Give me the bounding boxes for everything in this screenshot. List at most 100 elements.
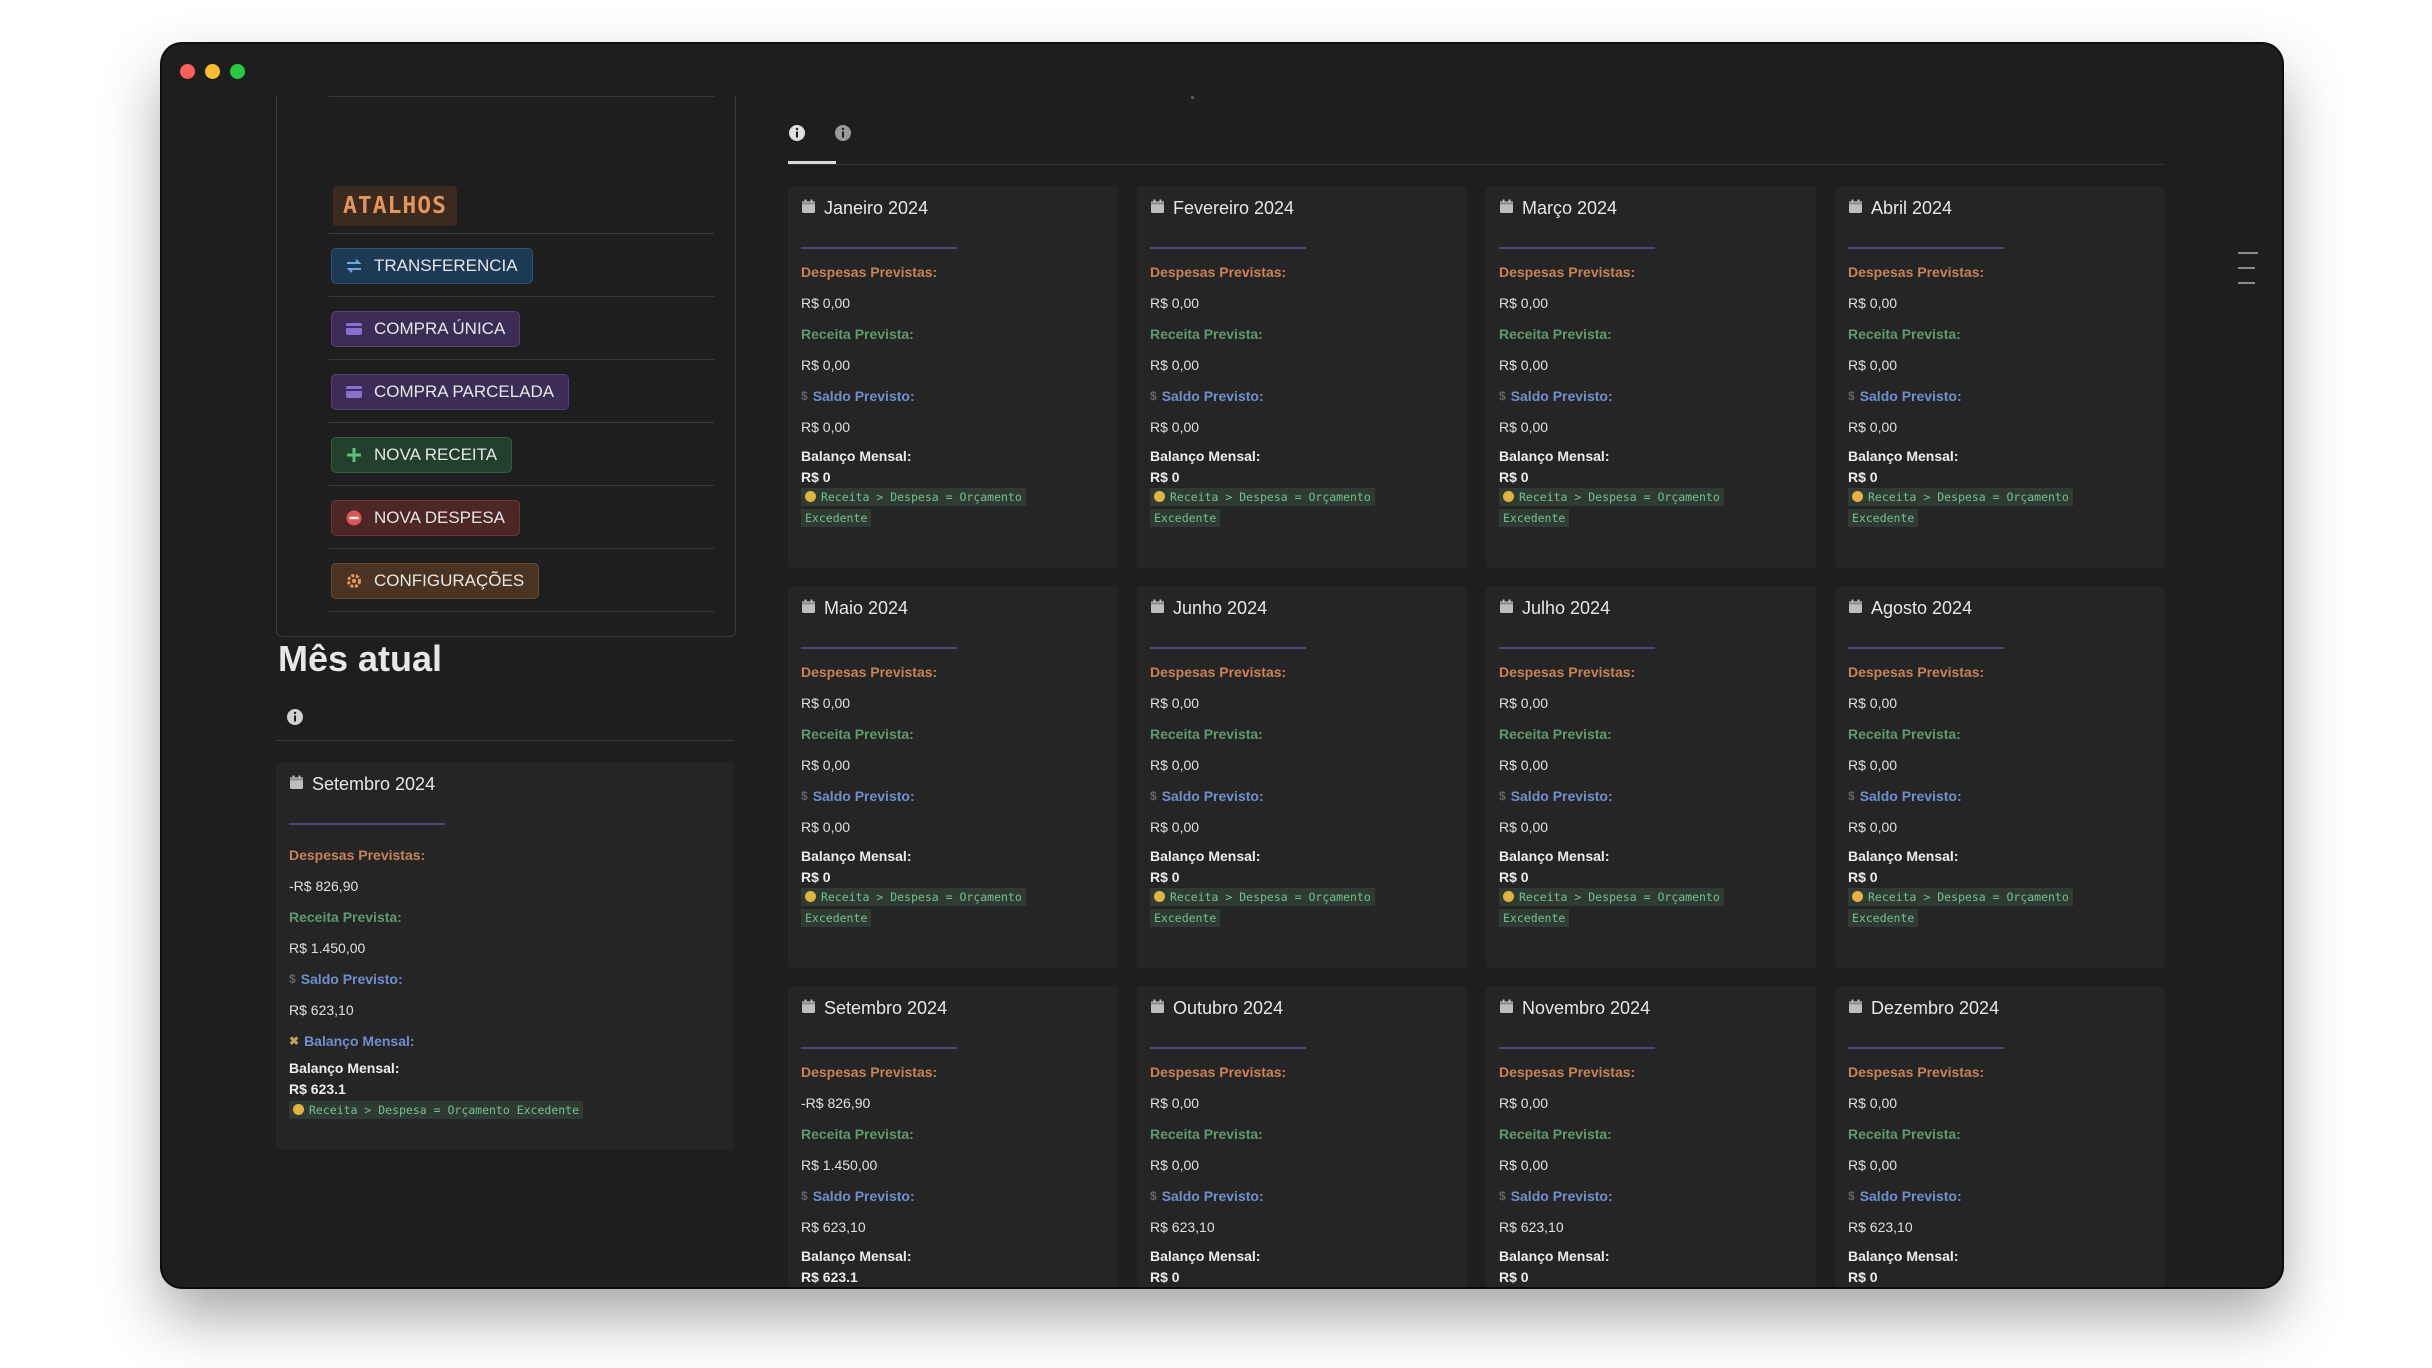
status-tag: Receita > Despesa = Orçamento Excedente (801, 887, 1101, 929)
card-title-text: Outubro 2024 (1173, 998, 1284, 1018)
status-text-continued: Excedente (1848, 509, 1919, 527)
monthly-balance-label: Balanço Mensal: (1848, 1248, 1959, 1264)
income-label: Receita Prevista: (1499, 726, 1612, 742)
balance-forecast-label: Saldo Previsto: (300, 971, 403, 987)
balance-forecast-value: R$ 0,00 (1150, 819, 1200, 835)
status-text: Receita > Despesa = Orçamento (1868, 490, 2069, 504)
card-title-text: Maio 2024 (824, 598, 909, 618)
balance-forecast-label-row: $ Saldo Previsto: (1499, 388, 1613, 404)
monthly-balance-label: Balanço Mensal: (1848, 448, 1959, 464)
income-label: Receita Prevista: (801, 326, 914, 342)
outline-icon[interactable] (2238, 252, 2258, 297)
status-text: Receita > Despesa = Orçamento (1519, 890, 1720, 904)
calendar-icon (1848, 998, 1863, 1019)
tab-info-1[interactable] (788, 124, 808, 144)
month-card[interactable]: Fevereiro 2024 Despesas Previstas: R$ 0,… (1137, 186, 1467, 568)
balance-forecast-label-row: $ Saldo Previsto: (289, 971, 403, 987)
card-divider (1848, 247, 2004, 249)
card-title-text: Janeiro 2024 (824, 198, 929, 218)
income-label: Receita Prevista: (1150, 326, 1263, 342)
minimize-window-button[interactable] (205, 64, 220, 79)
month-card[interactable]: Janeiro 2024 Despesas Previstas: R$ 0,00… (788, 186, 1118, 568)
card-title-text: Abril 2024 (1871, 198, 1953, 218)
expenses-value: -R$ 826,90 (289, 878, 359, 894)
close-window-button[interactable] (180, 64, 195, 79)
balance-forecast-value: R$ 623,10 (801, 1219, 866, 1235)
dollar-icon: $ (1848, 389, 1855, 403)
month-card[interactable]: Outubro 2024 Despesas Previstas: R$ 0,00… (1137, 986, 1467, 1287)
coin-icon (805, 491, 816, 502)
month-card[interactable]: Novembro 2024 Despesas Previstas: R$ 0,0… (1486, 986, 1816, 1287)
calendar-icon (1499, 198, 1514, 219)
income-value: R$ 0,00 (1150, 757, 1200, 773)
expenses-label: Despesas Previstas: (1499, 264, 1636, 280)
status-text: Receita > Despesa = Orçamento (1170, 890, 1371, 904)
expenses-value: R$ 0,00 (1150, 295, 1200, 311)
info-icon[interactable] (286, 708, 304, 731)
status-text-continued: Excedente (1499, 509, 1570, 527)
balance-forecast-label-row: $ Saldo Previsto: (801, 388, 915, 404)
expenses-label: Despesas Previstas: (1150, 1064, 1287, 1080)
month-card[interactable]: Abril 2024 Despesas Previstas: R$ 0,00 R… (1835, 186, 2165, 568)
monthly-balance-label: Balanço Mensal: (801, 1248, 912, 1264)
month-card[interactable]: Setembro 2024 Despesas Previstas: -R$ 82… (788, 986, 1118, 1287)
tab-info-2[interactable] (834, 124, 854, 144)
balance-forecast-label: Saldo Previsto: (812, 788, 915, 804)
outline-line (2238, 252, 2258, 254)
current-month-card[interactable]: Setembro 2024 Despesas Previstas: -R$ 82… (276, 762, 734, 1150)
settings-button-label: CONFIGURAÇÕES (374, 571, 525, 590)
single-purchase-button[interactable]: COMPRA ÚNICA (331, 311, 521, 347)
status-text: Receita > Despesa = Orçamento (821, 890, 1022, 904)
monthly-balance-value: R$ 0 (1150, 1269, 1180, 1285)
transfer-button[interactable]: TRANSFERENCIA (331, 248, 533, 284)
status-tag: Receita > Despesa = Orçamento Excedente (1499, 887, 1799, 929)
balance-forecast-value: R$ 623,10 (1848, 1219, 1913, 1235)
balance-forecast-value: R$ 623,10 (289, 1002, 354, 1018)
new-expense-button[interactable]: NOVA DESPESA (331, 500, 521, 536)
card-divider (1499, 1047, 1655, 1049)
balance-forecast-value: R$ 0,00 (801, 419, 851, 435)
monthly-balance-link-row[interactable]: ✖ Balanço Mensal: (289, 1033, 415, 1049)
month-card[interactable]: Maio 2024 Despesas Previstas: R$ 0,00 Re… (788, 586, 1118, 968)
month-card[interactable]: Março 2024 Despesas Previstas: R$ 0,00 R… (1486, 186, 1816, 568)
card-title: Abril 2024 (1848, 198, 1952, 219)
month-card[interactable]: Dezembro 2024 Despesas Previstas: R$ 0,0… (1835, 986, 2165, 1287)
monthly-balance-value: R$ 623.1 (801, 1269, 858, 1285)
income-value: R$ 0,00 (1150, 357, 1200, 373)
coin-icon (1852, 891, 1863, 902)
balance-forecast-label: Saldo Previsto: (1859, 388, 1962, 404)
status-text-continued: Excedente (1150, 509, 1221, 527)
dollar-icon: $ (289, 972, 296, 986)
maximize-window-button[interactable] (230, 64, 245, 79)
shortcuts-heading: ATALHOS (333, 186, 457, 226)
income-label: Receita Prevista: (1150, 1126, 1263, 1142)
income-value: R$ 0,00 (1499, 1157, 1549, 1173)
dollar-icon: $ (1150, 789, 1157, 803)
new-income-button[interactable]: NOVA RECEITA (331, 437, 513, 473)
monthly-balance-value: R$ 0 (1499, 1269, 1529, 1285)
card-icon (344, 382, 364, 402)
income-value: R$ 0,00 (801, 357, 851, 373)
expenses-label: Despesas Previstas: (801, 1064, 938, 1080)
calendar-icon (801, 598, 816, 619)
installment-purchase-button[interactable]: COMPRA PARCELADA (331, 374, 570, 410)
balance-forecast-label: Saldo Previsto: (812, 388, 915, 404)
calendar-icon (1499, 998, 1514, 1019)
plus-icon (344, 445, 364, 465)
month-card[interactable]: Agosto 2024 Despesas Previstas: R$ 0,00 … (1835, 586, 2165, 968)
card-title: Março 2024 (1499, 198, 1617, 219)
expenses-value: R$ 0,00 (1848, 695, 1898, 711)
view-tabs (788, 124, 854, 144)
monthly-balance-link[interactable]: Balanço Mensal: (304, 1033, 414, 1049)
month-card[interactable]: Julho 2024 Despesas Previstas: R$ 0,00 R… (1486, 586, 1816, 968)
balance-forecast-label: Saldo Previsto: (812, 1188, 915, 1204)
card-divider (1150, 647, 1306, 649)
month-card[interactable]: Junho 2024 Despesas Previstas: R$ 0,00 R… (1137, 586, 1467, 968)
expenses-value: R$ 0,00 (1848, 1095, 1898, 1111)
expenses-label: Despesas Previstas: (1499, 664, 1636, 680)
income-label: Receita Prevista: (1848, 326, 1961, 342)
balance-forecast-value: R$ 0,00 (1499, 419, 1549, 435)
dollar-icon: $ (801, 389, 808, 403)
settings-button[interactable]: CONFIGURAÇÕES (331, 563, 540, 599)
shortcuts-divider (329, 233, 714, 234)
